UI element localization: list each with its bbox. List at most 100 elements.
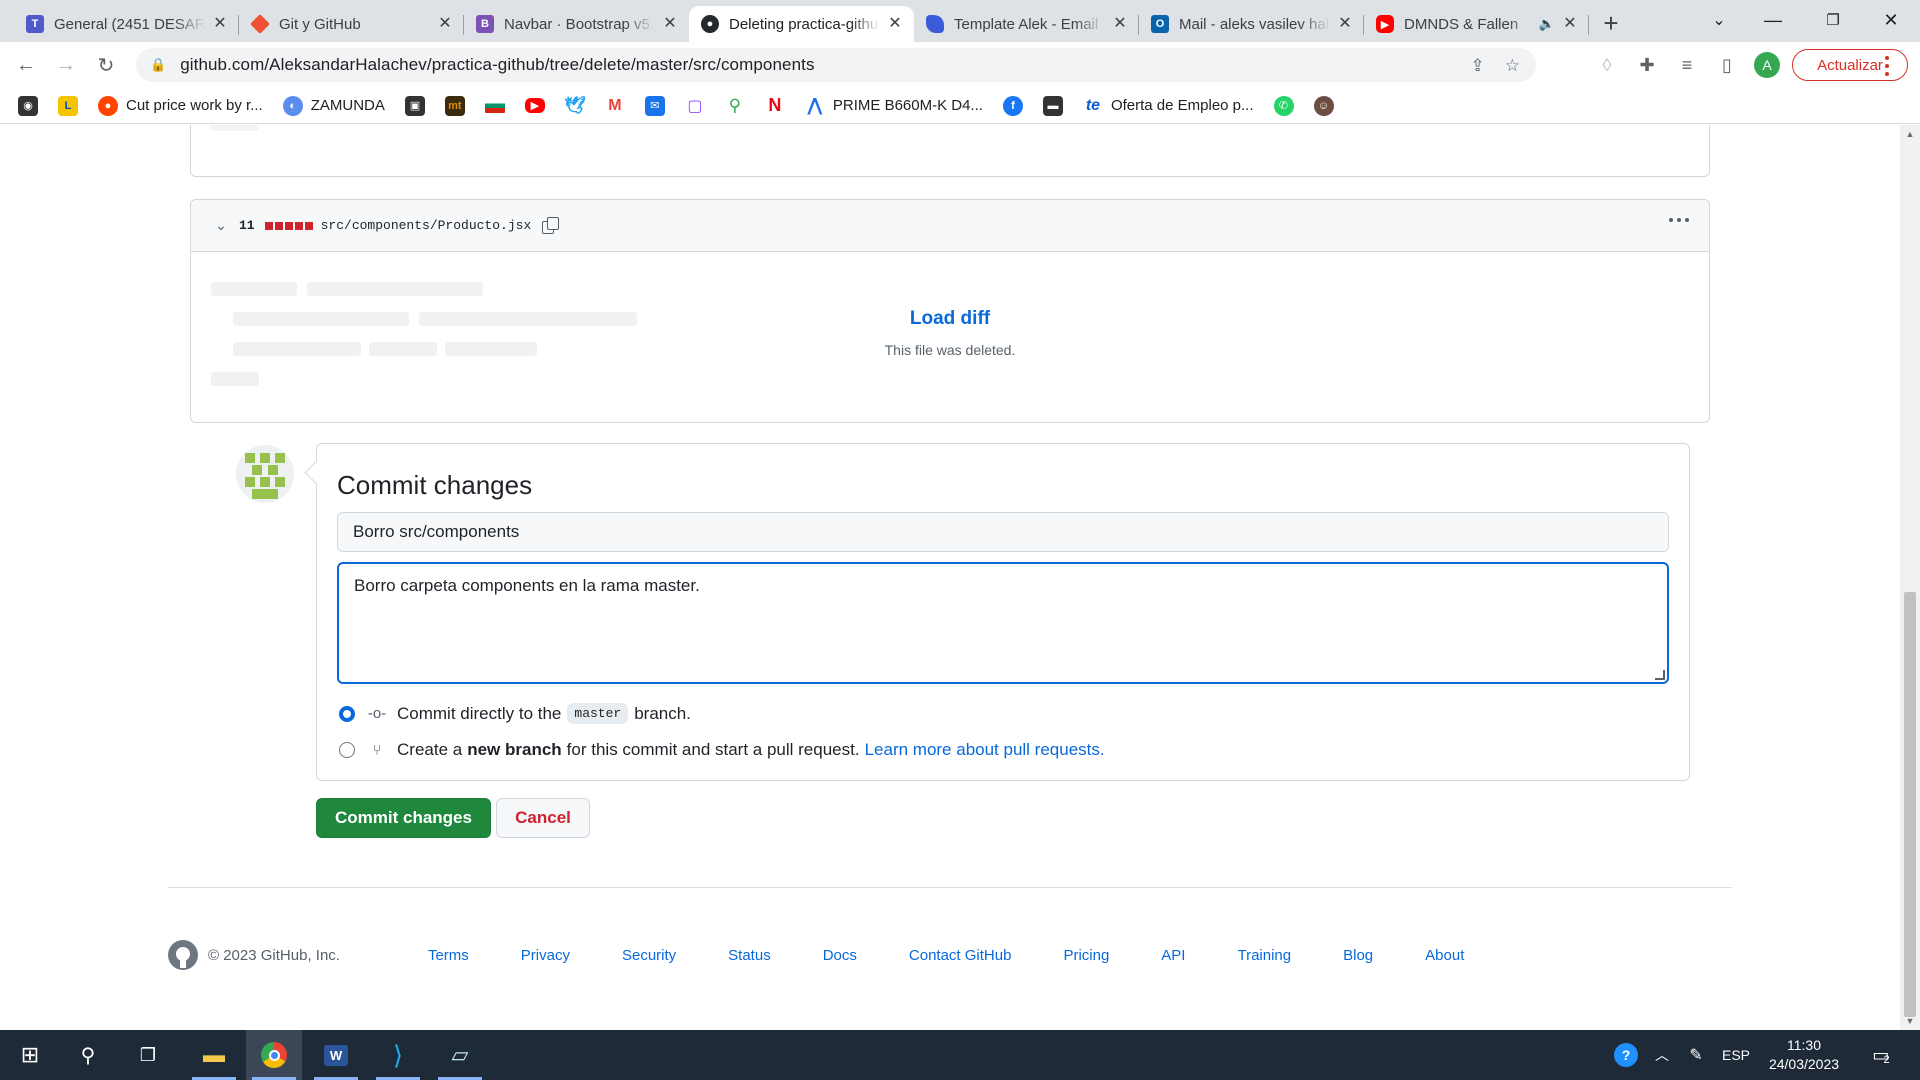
search-icon[interactable]: ⚲: [60, 1030, 116, 1080]
footer-link-training[interactable]: Training: [1237, 947, 1291, 964]
browser-tab[interactable]: Template Alek - Email ✕: [914, 6, 1139, 42]
browser-tab[interactable]: T General (2451 DESARROLLO ✕: [14, 6, 239, 42]
commit-new-branch-option[interactable]: ⑂ Create a new branch for this commit an…: [339, 740, 1105, 760]
footer-link-contact[interactable]: Contact GitHub: [909, 947, 1012, 964]
browser-tab-active[interactable]: ● Deleting practica-github ✕: [689, 6, 914, 42]
user-avatar[interactable]: [236, 445, 294, 503]
bookmark[interactable]: ◐ ZAMUNDA: [282, 95, 385, 116]
extension-icon[interactable]: ◊: [1590, 48, 1624, 82]
bookmark[interactable]: ▢: [685, 96, 705, 116]
bookmark[interactable]: [484, 98, 505, 113]
word-icon[interactable]: W: [308, 1030, 364, 1080]
footer-link-status[interactable]: Status: [728, 947, 771, 964]
scroll-up-icon[interactable]: ▲: [1905, 129, 1915, 139]
footer-link-api[interactable]: API: [1161, 947, 1185, 964]
windows-start-icon[interactable]: ⊞: [2, 1030, 58, 1080]
profile-avatar[interactable]: A: [1750, 48, 1784, 82]
bookmark[interactable]: ✆: [1273, 95, 1294, 116]
puzzle-extensions-icon[interactable]: ✚: [1630, 48, 1664, 82]
bookmark[interactable]: ▣: [404, 95, 425, 116]
close-tab-icon[interactable]: ✕: [436, 15, 454, 33]
bookmark-star-icon[interactable]: ☆: [1505, 56, 1520, 76]
footer-link-blog[interactable]: Blog: [1343, 947, 1373, 964]
bookmark[interactable]: ▶: [524, 98, 545, 113]
commit-direct-option[interactable]: -o- Commit directly to the master branch…: [339, 703, 691, 724]
chevron-down-icon[interactable]: ⌄: [213, 217, 229, 234]
learn-more-link[interactable]: Learn more about pull requests.: [865, 740, 1105, 760]
bookmark[interactable]: ☺: [1313, 95, 1334, 116]
new-tab-button[interactable]: +: [1593, 6, 1629, 42]
close-tab-icon[interactable]: ✕: [1561, 15, 1579, 33]
bookmark[interactable]: te Oferta de Empleo p...: [1083, 96, 1254, 116]
cancel-button[interactable]: Cancel: [496, 798, 590, 838]
bookmark[interactable]: 🕊: [564, 96, 586, 116]
close-tab-icon[interactable]: ✕: [661, 15, 679, 33]
browser-tab[interactable]: B Navbar · Bootstrap v5.3 ✕: [464, 6, 689, 42]
bookmark[interactable]: ⚲: [725, 96, 745, 116]
forward-icon[interactable]: →: [49, 48, 83, 82]
bookmark[interactable]: ● Cut price work by r...: [98, 95, 263, 116]
side-panel-icon[interactable]: ▯: [1710, 48, 1744, 82]
footer-link-terms[interactable]: Terms: [428, 947, 469, 964]
system-clock[interactable]: 11:30 24/03/2023: [1756, 1036, 1852, 1074]
bookmark[interactable]: N: [765, 95, 785, 116]
restore-icon[interactable]: ❐: [1810, 0, 1856, 40]
back-icon[interactable]: ←: [9, 48, 43, 82]
github-logo-icon[interactable]: [168, 940, 198, 970]
browser-tab[interactable]: O Mail - aleks vasilev hal ✕: [1139, 6, 1364, 42]
new-branch-radio[interactable]: [339, 742, 355, 758]
commit-summary-input[interactable]: Borro src/components: [337, 512, 1669, 552]
close-tab-icon[interactable]: ✕: [886, 15, 904, 33]
address-bar[interactable]: 🔒 github.com/AleksandarHalachev/practica…: [136, 48, 1536, 82]
commit-description-textarea[interactable]: Borro carpeta components en la rama mast…: [337, 562, 1669, 684]
close-window-icon[interactable]: ✕: [1868, 0, 1914, 40]
bookmark[interactable]: M: [605, 96, 625, 116]
copy-icon[interactable]: [541, 216, 560, 235]
minimize-icon[interactable]: —: [1750, 0, 1796, 40]
pen-icon[interactable]: ✎: [1682, 1030, 1710, 1080]
notification-center-icon[interactable]: ▭ 2: [1864, 1030, 1904, 1080]
browser-tab[interactable]: ▶ DMNDS & Fallen 🔈 ✕: [1364, 6, 1589, 42]
file-explorer-icon[interactable]: ▬: [186, 1030, 242, 1080]
load-diff-link[interactable]: Load diff: [191, 308, 1709, 330]
bookmark[interactable]: ✉: [644, 95, 665, 116]
reload-icon[interactable]: ↻: [89, 48, 123, 82]
browser-tab[interactable]: Git y GitHub ✕: [239, 6, 464, 42]
bookmark[interactable]: L: [58, 95, 78, 116]
notepad-icon[interactable]: ▱: [432, 1030, 488, 1080]
footer-link-docs[interactable]: Docs: [823, 947, 857, 964]
bookmark[interactable]: mt: [444, 95, 465, 116]
show-hidden-icons-icon[interactable]: ︿: [1648, 1030, 1676, 1080]
language-indicator[interactable]: ESP: [1716, 1030, 1756, 1080]
close-tab-icon[interactable]: ✕: [1336, 15, 1354, 33]
update-button[interactable]: Actualizar: [1792, 49, 1908, 81]
task-view-icon[interactable]: ❐: [120, 1030, 176, 1080]
commit-direct-radio[interactable]: [339, 705, 355, 722]
more-options-icon[interactable]: [1669, 218, 1689, 222]
resize-handle-icon[interactable]: [1655, 670, 1665, 680]
media-control-icon[interactable]: ≡: [1670, 48, 1704, 82]
help-icon[interactable]: ?: [1610, 1030, 1642, 1080]
close-tab-icon[interactable]: ✕: [1111, 15, 1129, 33]
footer-link-about[interactable]: About: [1425, 947, 1464, 964]
footer-link-pricing[interactable]: Pricing: [1063, 947, 1109, 964]
page-scrollbar[interactable]: ▲ ▼: [1900, 125, 1920, 1030]
speaker-icon[interactable]: 🔈: [1539, 16, 1555, 32]
bookmark[interactable]: ◉: [18, 95, 38, 116]
bookmark[interactable]: f: [1002, 95, 1023, 116]
scroll-down-icon[interactable]: ▼: [1905, 1016, 1915, 1026]
bookmark[interactable]: ▬: [1042, 95, 1063, 116]
scrollbar-thumb[interactable]: [1904, 592, 1916, 1017]
bookmark[interactable]: ⋀ PRIME B660M-K D4...: [805, 95, 983, 116]
chrome-icon[interactable]: [246, 1030, 302, 1080]
share-icon[interactable]: ⇪: [1471, 56, 1485, 76]
vscode-icon[interactable]: ⟩: [370, 1030, 426, 1080]
footer-link-privacy[interactable]: Privacy: [521, 947, 570, 964]
close-tab-icon[interactable]: ✕: [211, 15, 229, 33]
menu-icon[interactable]: [1884, 56, 1890, 76]
footer-link-security[interactable]: Security: [622, 947, 676, 964]
tab-search-icon[interactable]: ⌄: [1696, 0, 1742, 40]
commit-changes-button[interactable]: Commit changes: [316, 798, 491, 838]
lock-icon[interactable]: 🔒: [150, 57, 166, 73]
diff-file-name[interactable]: src/components/Producto.jsx: [321, 218, 532, 233]
